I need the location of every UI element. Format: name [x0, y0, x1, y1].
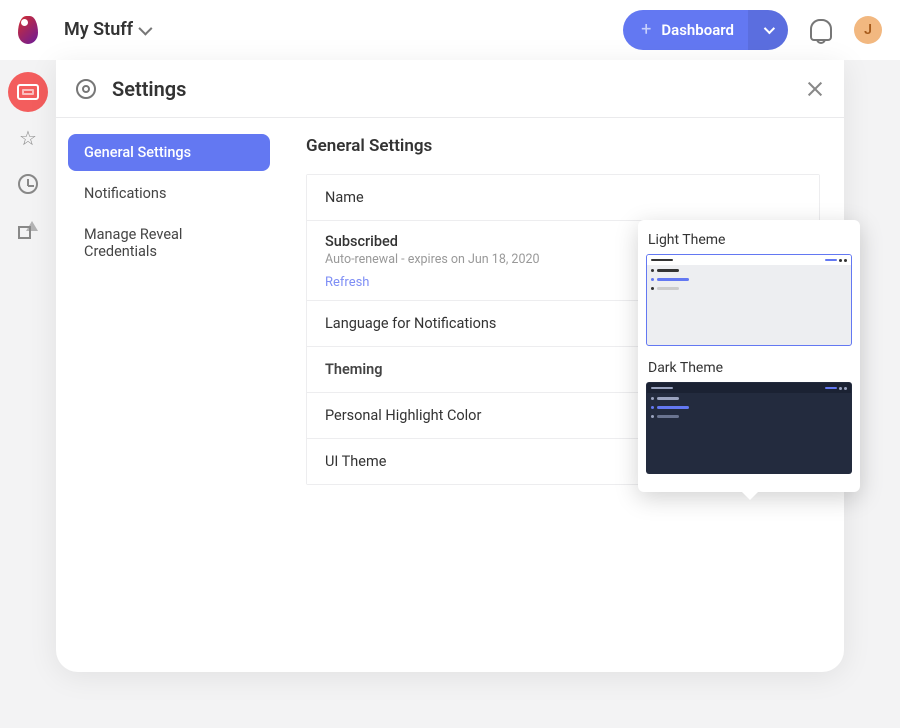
workspace-title-text: My Stuff — [64, 19, 133, 40]
notifications-bell-icon[interactable] — [810, 19, 832, 41]
app-body: ☆ Settings General Settings Notification… — [0, 60, 900, 728]
star-icon: ☆ — [19, 126, 37, 150]
new-dashboard-button[interactable]: + Dashboard — [623, 10, 788, 50]
workspace-title[interactable]: My Stuff — [64, 19, 149, 40]
theme-option-dark-label: Dark Theme — [646, 356, 852, 382]
chevron-down-icon — [764, 22, 775, 33]
theme-option-light[interactable] — [646, 254, 852, 346]
plus-icon: + — [623, 10, 651, 50]
left-rail: ☆ — [0, 60, 56, 250]
gear-icon — [76, 79, 96, 99]
rail-item-favorites[interactable]: ☆ — [8, 118, 48, 158]
top-bar: My Stuff + Dashboard J — [0, 0, 900, 60]
rail-item-dashboards[interactable] — [8, 72, 48, 112]
chevron-down-icon — [138, 21, 152, 35]
section-label: Theming — [325, 361, 383, 378]
sidebar-item-general[interactable]: General Settings — [68, 134, 270, 171]
sidebar-item-notifications[interactable]: Notifications — [68, 175, 270, 212]
row-name[interactable]: Name — [307, 175, 819, 221]
row-label: Subscribed — [325, 233, 540, 250]
sidebar-item-label: General Settings — [84, 144, 191, 161]
clock-icon — [18, 174, 38, 194]
avatar-initial: J — [864, 22, 872, 38]
row-label: Personal Highlight Color — [325, 407, 481, 424]
sidebar-item-label: Manage Reveal Credentials — [84, 226, 182, 260]
new-dashboard-split-dropdown[interactable] — [748, 10, 788, 50]
settings-sidebar: General Settings Notifications Manage Re… — [56, 118, 282, 672]
row-label: Language for Notifications — [325, 315, 496, 332]
theme-option-light-label: Light Theme — [646, 228, 852, 254]
app-logo-icon — [18, 16, 38, 44]
refresh-link[interactable]: Refresh — [325, 275, 540, 290]
row-label: Name — [325, 189, 364, 206]
sidebar-item-credentials[interactable]: Manage Reveal Credentials — [68, 216, 270, 270]
theme-popover: Light Theme Dark Theme — [638, 220, 860, 492]
shapes-icon — [18, 221, 38, 239]
close-icon[interactable] — [806, 80, 824, 98]
rail-item-recent[interactable] — [8, 164, 48, 204]
rail-item-analytics[interactable] — [8, 210, 48, 250]
sidebar-item-label: Notifications — [84, 185, 166, 202]
new-dashboard-label: Dashboard — [651, 10, 748, 50]
modal-header: Settings — [56, 60, 844, 118]
content-heading: General Settings — [306, 136, 820, 156]
modal-title: Settings — [112, 77, 186, 101]
user-avatar[interactable]: J — [854, 16, 882, 44]
row-label: UI Theme — [325, 453, 386, 470]
subscribed-subtext: Auto-renewal - expires on Jun 18, 2020 — [325, 252, 540, 267]
theme-option-dark[interactable] — [646, 382, 852, 474]
dashboard-icon — [17, 84, 39, 100]
